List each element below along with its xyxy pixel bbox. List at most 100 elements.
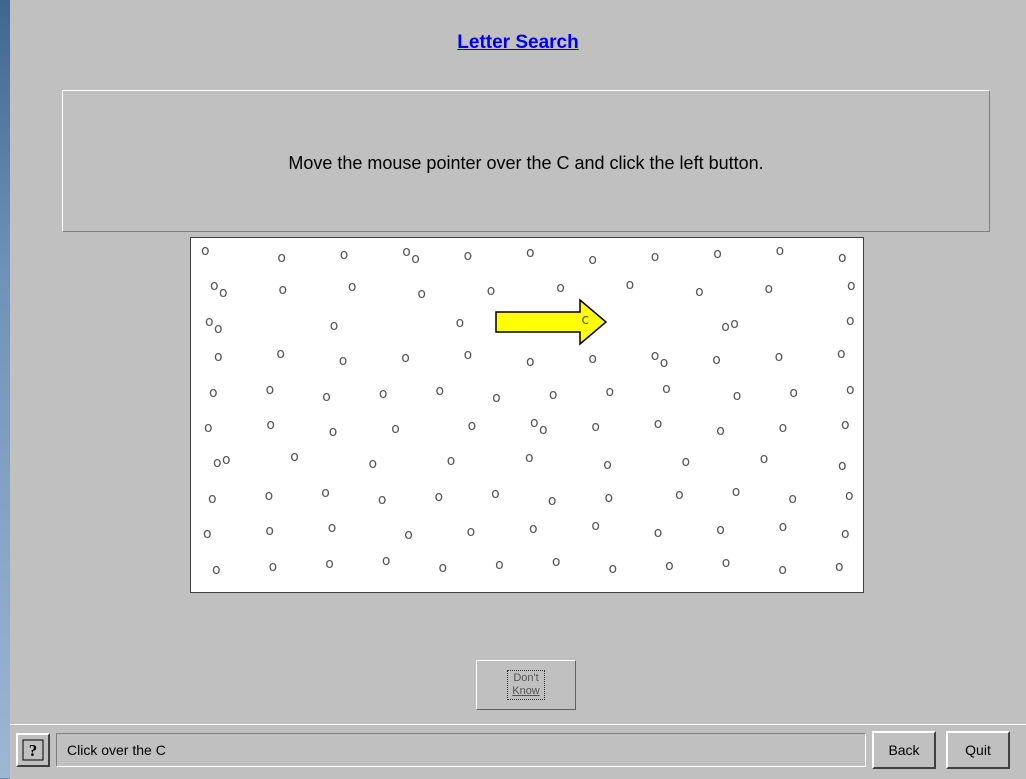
distractor-o[interactable]: o [325, 557, 334, 571]
distractor-o[interactable]: o [329, 425, 338, 439]
distractor-o[interactable]: o [604, 491, 613, 505]
distractor-o[interactable]: o [266, 418, 275, 432]
distractor-o[interactable]: o [760, 452, 769, 466]
distractor-o[interactable]: o [402, 245, 411, 259]
distractor-o[interactable]: o [328, 521, 337, 535]
distractor-o[interactable]: o [789, 386, 798, 400]
distractor-o[interactable]: o [265, 489, 274, 503]
distractor-o[interactable]: o [838, 459, 847, 473]
distractor-o[interactable]: o [591, 519, 600, 533]
distractor-o[interactable]: o [214, 322, 223, 336]
distractor-o[interactable]: o [838, 251, 847, 265]
distractor-o[interactable]: o [201, 244, 210, 258]
back-button[interactable]: Back [872, 731, 936, 769]
distractor-o[interactable]: o [722, 556, 731, 570]
distractor-o[interactable]: o [788, 492, 797, 506]
distractor-o[interactable]: o [339, 354, 348, 368]
distractor-o[interactable]: o [651, 250, 660, 264]
distractor-o[interactable]: o [436, 384, 445, 398]
distractor-o[interactable]: o [495, 558, 504, 572]
distractor-o[interactable]: o [713, 247, 722, 261]
distractor-o[interactable]: o [847, 279, 856, 293]
distractor-o[interactable]: o [841, 418, 850, 432]
distractor-o[interactable]: o [382, 554, 391, 568]
distractor-o[interactable]: o [552, 555, 561, 569]
distractor-o[interactable]: o [222, 453, 231, 467]
distractor-o[interactable]: o [348, 280, 357, 294]
distractor-o[interactable]: o [662, 382, 671, 396]
distractor-o[interactable]: o [322, 390, 331, 404]
search-area[interactable]: o o o o o o o o o o o o o o o o o o o o o o o o o o o c o o o o o o o o o o o o… [190, 237, 864, 593]
distractor-o[interactable]: o [491, 487, 500, 501]
distractor-o[interactable]: o [654, 417, 663, 431]
distractor-o[interactable]: o [203, 527, 212, 541]
distractor-o[interactable]: o [651, 349, 660, 363]
distractor-o[interactable]: o [548, 494, 557, 508]
distractor-o[interactable]: o [447, 454, 456, 468]
distractor-o[interactable]: o [845, 489, 854, 503]
distractor-o[interactable]: o [588, 253, 597, 267]
distractor-o[interactable]: o [775, 350, 784, 364]
distractor-o[interactable]: o [846, 383, 855, 397]
distractor-o[interactable]: o [290, 450, 299, 464]
distractor-o[interactable]: o [526, 246, 535, 260]
distractor-o[interactable]: o [732, 485, 741, 499]
distractor-o[interactable]: o [439, 561, 448, 575]
distractor-o[interactable]: o [682, 455, 691, 469]
dont-know-button[interactable]: Don't Know [476, 660, 576, 710]
distractor-o[interactable]: o [321, 486, 330, 500]
distractor-o[interactable]: o [837, 347, 846, 361]
distractor-o[interactable]: o [214, 350, 223, 364]
distractor-o[interactable]: o [779, 421, 788, 435]
distractor-o[interactable]: o [266, 383, 275, 397]
distractor-o[interactable]: o [716, 523, 725, 537]
distractor-o[interactable]: o [265, 524, 274, 538]
distractor-o[interactable]: o [209, 386, 218, 400]
distractor-o[interactable]: o [417, 287, 426, 301]
distractor-o[interactable]: o [835, 560, 844, 574]
distractor-o[interactable]: o [654, 526, 663, 540]
distractor-o[interactable]: o [204, 421, 213, 435]
distractor-o[interactable]: o [660, 356, 669, 370]
distractor-o[interactable]: o [591, 420, 600, 434]
distractor-o[interactable]: o [404, 528, 413, 542]
distractor-o[interactable]: o [330, 319, 339, 333]
distractor-o[interactable]: o [269, 560, 278, 574]
distractor-o[interactable]: o [208, 492, 217, 506]
distractor-o[interactable]: o [605, 385, 614, 399]
distractor-o[interactable]: o [529, 522, 538, 536]
help-button[interactable]: ? [16, 733, 50, 767]
distractor-o[interactable]: o [435, 490, 444, 504]
distractor-o[interactable]: o [205, 315, 214, 329]
distractor-o[interactable]: o [210, 279, 219, 293]
distractor-o[interactable]: o [608, 562, 617, 576]
distractor-o[interactable]: o [467, 525, 476, 539]
distractor-o[interactable]: o [733, 389, 742, 403]
distractor-o[interactable]: o [401, 351, 410, 365]
distractor-o[interactable]: o [665, 559, 674, 573]
distractor-o[interactable]: o [846, 314, 855, 328]
distractor-o[interactable]: o [213, 456, 222, 470]
distractor-o[interactable]: o [219, 286, 228, 300]
distractor-o[interactable]: o [378, 493, 387, 507]
distractor-o[interactable]: o [369, 457, 378, 471]
page-title[interactable]: Letter Search [10, 32, 1026, 54]
distractor-o[interactable]: o [487, 284, 496, 298]
distractor-o[interactable]: o [411, 252, 420, 266]
distractor-o[interactable]: o [841, 527, 850, 541]
distractor-o[interactable]: o [391, 422, 400, 436]
distractor-o[interactable]: o [525, 451, 534, 465]
distractor-o[interactable]: o [464, 249, 473, 263]
distractor-o[interactable]: o [765, 282, 774, 296]
distractor-o[interactable]: o [526, 355, 535, 369]
distractor-o[interactable]: o [277, 251, 286, 265]
distractor-o[interactable]: o [716, 424, 725, 438]
distractor-o[interactable]: o [556, 281, 565, 295]
distractor-o[interactable]: o [675, 488, 684, 502]
distractor-o[interactable]: o [778, 563, 787, 577]
distractor-o[interactable]: o [588, 352, 597, 366]
distractor-o[interactable]: o [464, 348, 473, 362]
distractor-o[interactable]: o [730, 317, 739, 331]
distractor-o[interactable]: o [695, 285, 704, 299]
distractor-o[interactable]: o [212, 563, 221, 577]
